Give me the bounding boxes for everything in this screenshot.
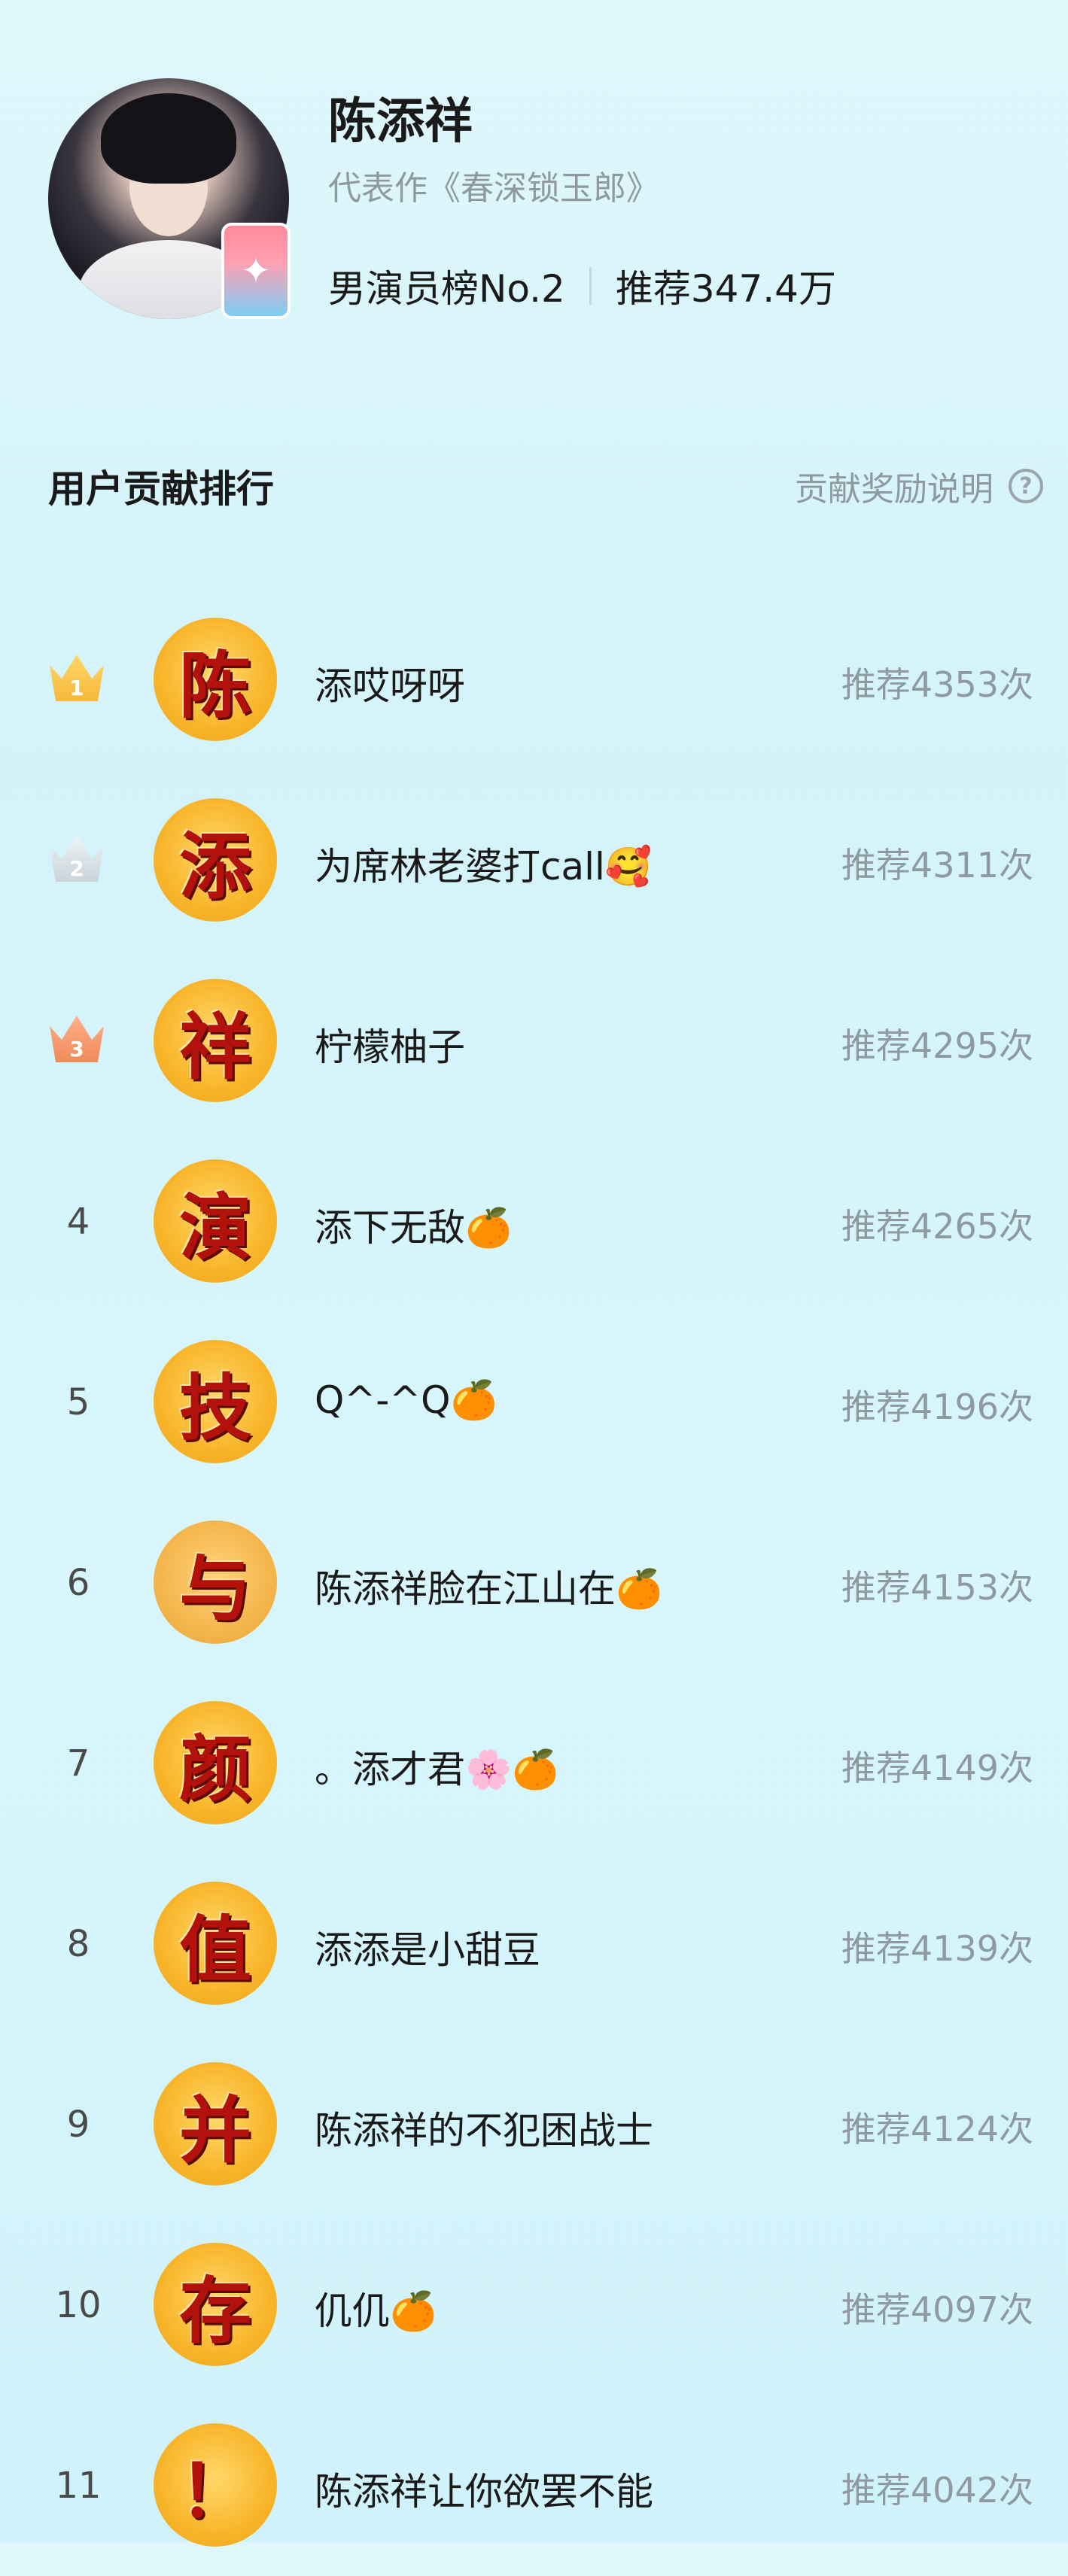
ranking-row[interactable]: 8 值添添是小甜豆 推荐4139次 (0, 1854, 1068, 2034)
user-nickname[interactable]: 添哎呀呀 (315, 656, 465, 710)
actor-name: 陈添祥 (328, 94, 473, 150)
rank-number: 11 (55, 2465, 102, 2507)
recommend-count: 推荐4196次 (841, 1387, 1033, 1427)
user-nickname[interactable]: 柠檬柚子 (315, 1017, 465, 1071)
rank-number: 9 (66, 2104, 90, 2146)
crown-icon: 2 (45, 829, 108, 886)
user-nickname[interactable]: 。添才君🌸🍊 (315, 1739, 559, 1794)
user-avatar[interactable]: 值 (154, 1882, 277, 2005)
user-avatar[interactable]: 存 (154, 2243, 277, 2366)
ranking-row[interactable]: 3 祥柠檬柚子 推荐4295次 (0, 951, 1068, 1132)
crown-icon: 1 (45, 649, 108, 706)
user-nickname[interactable]: 陈添祥让你欲罢不能 (315, 2462, 653, 2516)
crown-rank-number: 2 (69, 856, 84, 881)
rank-number: 10 (55, 2284, 102, 2326)
reward-explanation-label: 贡献奖励说明 (795, 470, 993, 509)
ranking-row[interactable]: 4 演添下无敌🍊 推荐4265次 (0, 1132, 1068, 1312)
user-avatar[interactable]: 祥 (154, 979, 277, 1102)
recommend-count: 推荐4149次 (841, 1748, 1033, 1788)
stats-divider (589, 267, 592, 305)
actor-stats: 男演员榜No.2 推荐347.4万 (328, 259, 836, 313)
ranking-row[interactable]: 1 陈添哎呀呀 推荐4353次 (0, 590, 1068, 770)
crown-rank-number: 3 (69, 1037, 84, 1062)
user-nickname[interactable]: 陈添祥的不犯困战士 (315, 2101, 653, 2155)
recommend-count: 推荐4295次 (841, 1025, 1033, 1066)
recommend-count: 推荐4265次 (841, 1206, 1033, 1247)
user-avatar[interactable]: 添 (154, 798, 277, 922)
rank-number: 7 (66, 1742, 90, 1785)
section-title: 用户贡献排行 (48, 467, 274, 511)
user-nickname[interactable]: 添添是小甜豆 (315, 1920, 540, 1974)
reward-explanation-link[interactable]: 贡献奖励说明 ? (795, 462, 1043, 510)
user-avatar[interactable]: 并 (154, 2062, 277, 2186)
recommend-count: 推荐4311次 (841, 845, 1033, 886)
user-avatar[interactable]: 演 (154, 1159, 277, 1283)
chart-rank-label: 男演员榜No.2 (328, 267, 565, 311)
recommend-count: 推荐4139次 (841, 1928, 1033, 1969)
ranking-row[interactable]: 11 ！ 陈添祥让你欲罢不能 推荐4042次 (0, 2395, 1068, 2576)
ranking-row[interactable]: 7 颜。添才君🌸🍊 推荐4149次 (0, 1673, 1068, 1854)
user-avatar[interactable]: ！ (154, 2423, 277, 2547)
rank-number: 5 (66, 1381, 90, 1423)
ranking-row[interactable]: 6 与陈添祥脸在江山在🍊 推荐4153次 (0, 1493, 1068, 1673)
user-nickname[interactable]: 添下无敌🍊 (315, 1198, 512, 1252)
user-nickname[interactable]: 仉仉🍊 (315, 2281, 437, 2335)
rank-number: 8 (66, 1923, 90, 1965)
user-nickname[interactable]: Q^-^Q🍊 (315, 1378, 497, 1423)
sparkle-icon[interactable]: ✦ (221, 223, 291, 319)
profile-header: ✦ 陈添祥 代表作《春深锁玉郎》 男演员榜No.2 推荐347.4万 (48, 78, 1027, 327)
user-nickname[interactable]: 陈添祥脸在江山在🍊 (315, 1559, 662, 1613)
recommend-count: 推荐4153次 (841, 1567, 1033, 1608)
user-nickname[interactable]: 为席林老婆打call🥰 (315, 837, 652, 891)
ranking-row[interactable]: 9 并陈添祥的不犯困战士 推荐4124次 (0, 2034, 1068, 2215)
crown-rank-number: 1 (69, 676, 84, 700)
recommend-count: 推荐4042次 (841, 2470, 1033, 2511)
contribution-ranking-list: 1 陈添哎呀呀 推荐4353次 2 添为席林老婆打call🥰 推荐4311次 3 祥柠檬柚子推… (0, 590, 1068, 2576)
contribution-ranking-header: 用户贡献排行 贡献奖励说明 ? (48, 451, 1043, 512)
rank-number: 4 (66, 1201, 90, 1243)
ranking-row[interactable]: 2 添为席林老婆打call🥰 推荐4311次 (0, 770, 1068, 951)
recommend-count: 推荐4353次 (841, 664, 1033, 705)
user-avatar[interactable]: 陈 (154, 618, 277, 741)
user-avatar[interactable]: 与 (154, 1520, 277, 1644)
ranking-row[interactable]: 5 技 Q^-^Q🍊 推荐4196次 (0, 1312, 1068, 1493)
avatar-hair-shape (101, 93, 236, 184)
help-icon[interactable]: ? (1009, 469, 1043, 503)
ranking-row[interactable]: 10 存仉仉🍊 推荐4097次 (0, 2215, 1068, 2395)
user-avatar[interactable]: 技 (154, 1340, 277, 1463)
crown-icon: 3 (45, 1010, 108, 1067)
rank-number: 6 (66, 1562, 90, 1604)
recommend-count: 推荐4097次 (841, 2289, 1033, 2330)
recommend-count: 推荐4124次 (841, 2109, 1033, 2149)
user-avatar[interactable]: 颜 (154, 1701, 277, 1824)
recommend-total: 推荐347.4万 (615, 267, 836, 311)
representative-works: 代表作《春深锁玉郎》 (328, 169, 659, 208)
